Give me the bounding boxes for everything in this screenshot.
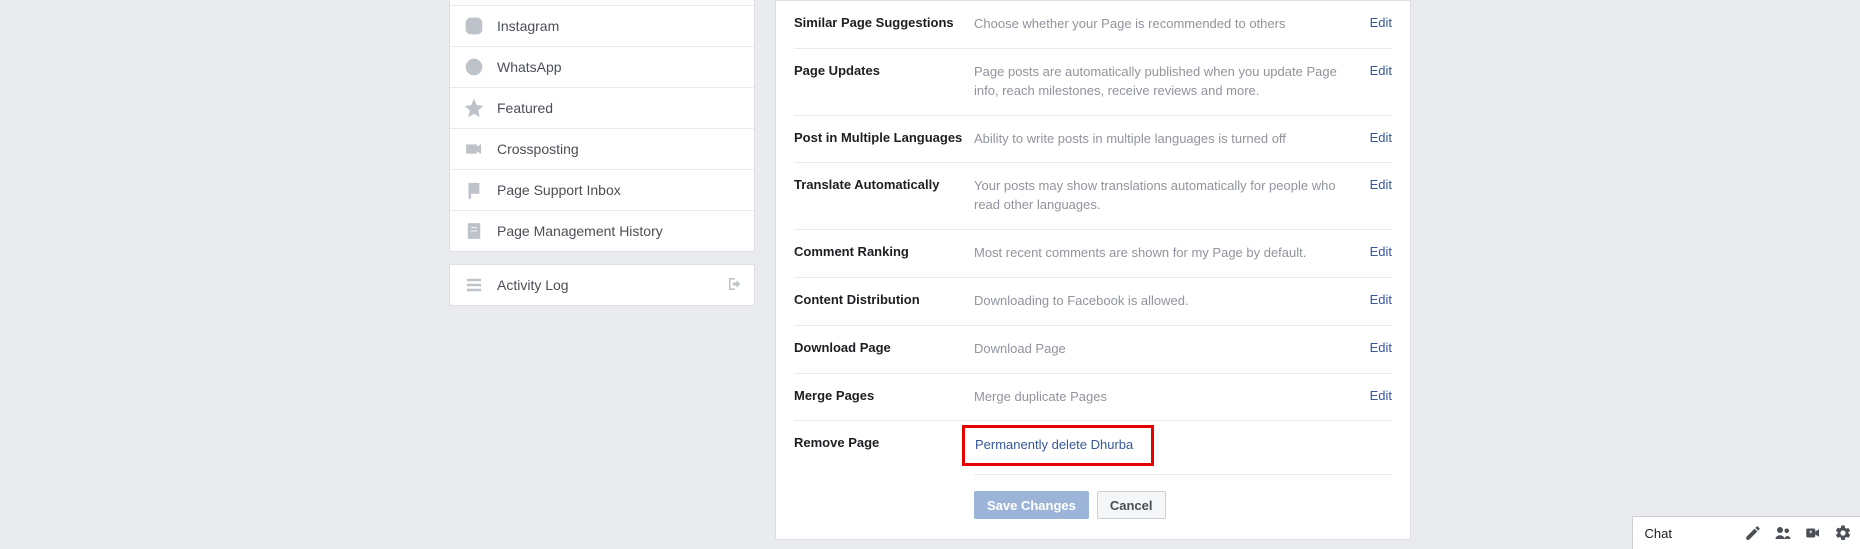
sidebar-item-instagram[interactable]: Instagram [450, 5, 754, 46]
sidebar-item-history[interactable]: Page Management History [450, 210, 754, 251]
doc-icon [464, 221, 484, 241]
compose-icon[interactable] [1744, 524, 1762, 542]
setting-row-content: Content Distribution Downloading to Face… [794, 277, 1392, 325]
people-icon[interactable] [1774, 524, 1792, 542]
edit-link[interactable]: Edit [1370, 177, 1392, 192]
setting-label: Download Page [794, 340, 974, 355]
cancel-button[interactable]: Cancel [1097, 491, 1166, 519]
save-button[interactable]: Save Changes [974, 491, 1089, 519]
edit-link[interactable]: Edit [1370, 130, 1392, 145]
edit-link[interactable]: Edit [1370, 244, 1392, 259]
whatsapp-icon [464, 57, 484, 77]
setting-desc: Most recent comments are shown for my Pa… [974, 244, 1370, 263]
setting-label: Content Distribution [794, 292, 974, 307]
sidebar-item-crossposting[interactable]: Crossposting [450, 128, 754, 169]
setting-row-ranking: Comment Ranking Most recent comments are… [794, 229, 1392, 277]
sidebar-label: Page Support Inbox [497, 182, 621, 198]
setting-row-download: Download Page Download Page Edit [794, 325, 1392, 373]
list-icon [464, 275, 484, 295]
camera-icon [464, 139, 484, 159]
flag-icon [464, 180, 484, 200]
sidebar-group-2: Activity Log [449, 264, 755, 306]
sidebar-label: Crossposting [497, 141, 579, 157]
setting-desc: Download Page [974, 340, 1370, 359]
setting-label: Comment Ranking [794, 244, 974, 259]
sidebar-label: Featured [497, 100, 553, 116]
sidebar-item-activity-log[interactable]: Activity Log [450, 265, 754, 305]
setting-label: Page Updates [794, 63, 974, 78]
delete-highlight: Permanently delete Dhurba [962, 425, 1154, 466]
sidebar-label: WhatsApp [497, 59, 562, 75]
chat-dock[interactable]: Chat [1632, 516, 1860, 549]
setting-desc: Permanently delete Dhurba [974, 435, 1392, 460]
setting-row-translate: Translate Automatically Your posts may s… [794, 162, 1392, 229]
setting-desc: Choose whether your Page is recommended … [974, 15, 1370, 34]
setting-desc: Your posts may show translations automat… [974, 177, 1370, 215]
instagram-icon [464, 16, 484, 36]
sidebar-label: Instagram [497, 18, 559, 34]
setting-row-multilang: Post in Multiple Languages Ability to wr… [794, 115, 1392, 163]
sidebar-item-whatsapp[interactable]: WhatsApp [450, 46, 754, 87]
sidebar-label: Activity Log [497, 277, 569, 293]
new-room-icon[interactable] [1804, 524, 1822, 542]
setting-label: Post in Multiple Languages [794, 130, 974, 145]
setting-row-similar: Similar Page Suggestions Choose whether … [794, 1, 1392, 48]
setting-label: Remove Page [794, 435, 974, 450]
settings-main: Similar Page Suggestions Choose whether … [775, 0, 1411, 540]
sidebar-item-featured[interactable]: Featured [450, 87, 754, 128]
gear-icon[interactable] [1834, 524, 1852, 542]
sidebar-item-support-inbox[interactable]: Page Support Inbox [450, 169, 754, 210]
settings-sidebar: Instagram WhatsApp Featured [449, 0, 755, 306]
setting-desc: Merge duplicate Pages [974, 388, 1370, 407]
sidebar-label: Page Management History [497, 223, 663, 239]
edit-link[interactable]: Edit [1370, 340, 1392, 355]
exit-icon [726, 275, 744, 296]
setting-label: Merge Pages [794, 388, 974, 403]
edit-link[interactable]: Edit [1370, 63, 1392, 78]
setting-desc: Downloading to Facebook is allowed. [974, 292, 1370, 311]
setting-desc: Page posts are automatically published w… [974, 63, 1370, 101]
edit-link[interactable]: Edit [1370, 292, 1392, 307]
chat-label: Chat [1645, 526, 1672, 541]
setting-label: Similar Page Suggestions [794, 15, 974, 30]
star-icon [464, 98, 484, 118]
permanently-delete-link[interactable]: Permanently delete Dhurba [975, 436, 1133, 455]
setting-row-remove: Remove Page Permanently delete Dhurba [794, 420, 1392, 474]
edit-link[interactable]: Edit [1370, 15, 1392, 30]
setting-row-updates: Page Updates Page posts are automaticall… [794, 48, 1392, 115]
setting-desc: Ability to write posts in multiple langu… [974, 130, 1370, 149]
setting-label: Translate Automatically [794, 177, 974, 192]
form-actions: Save Changes Cancel [974, 474, 1392, 519]
sidebar-group-1: Instagram WhatsApp Featured [449, 0, 755, 252]
edit-link[interactable]: Edit [1370, 388, 1392, 403]
setting-row-merge: Merge Pages Merge duplicate Pages Edit [794, 373, 1392, 421]
